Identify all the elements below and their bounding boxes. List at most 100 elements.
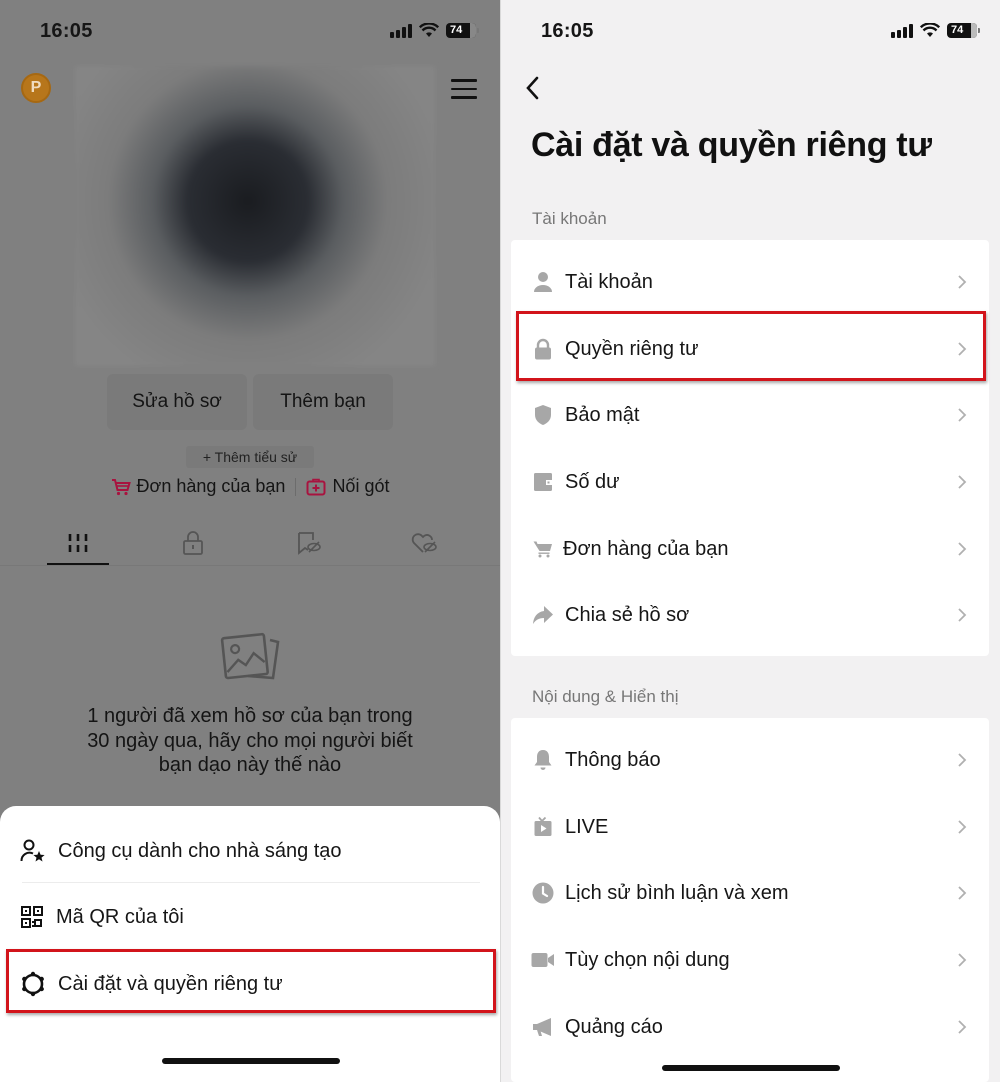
shield-icon bbox=[535, 405, 551, 425]
chevron-right-icon bbox=[958, 408, 967, 422]
row-label: Chia sẻ hồ sơ bbox=[565, 603, 690, 626]
profile-views-message: 1 người đã xem hồ sơ của bạn trong 30 ng… bbox=[87, 705, 413, 776]
orders-label: Đơn hàng của bạn bbox=[136, 476, 286, 496]
settings-row-history[interactable]: Lịch sử bình luận và xem bbox=[511, 860, 989, 926]
status-icons: 74 bbox=[390, 23, 479, 38]
status-icons: 74 bbox=[891, 23, 980, 38]
favorites-label: Nối gót bbox=[332, 476, 390, 496]
row-label: LIVE bbox=[565, 815, 609, 838]
photos-placeholder-icon bbox=[220, 632, 280, 680]
profile-tabs bbox=[0, 520, 500, 570]
battery-level: 74 bbox=[951, 24, 964, 36]
cart-icon bbox=[533, 541, 552, 558]
row-label: Số dư bbox=[565, 470, 620, 493]
settings-row-notifications[interactable]: Thông báo bbox=[511, 727, 989, 793]
chevron-right-icon bbox=[958, 542, 967, 556]
chevron-right-icon bbox=[958, 342, 967, 356]
battery-icon: 74 bbox=[947, 23, 980, 38]
battery-icon: 74 bbox=[446, 23, 479, 38]
settings-row-ads[interactable]: Quảng cáo bbox=[511, 994, 989, 1060]
battery-level: 74 bbox=[450, 24, 463, 36]
status-time: 16:05 bbox=[541, 20, 594, 42]
avatar-blurred bbox=[75, 66, 435, 366]
wifi-icon bbox=[920, 23, 940, 37]
content-display-card: Thông báo LIVE Lịch sử bình luận và xem … bbox=[511, 718, 989, 1082]
settings-row-orders[interactable]: Đơn hàng của bạn bbox=[511, 516, 989, 582]
chevron-right-icon bbox=[958, 753, 967, 767]
cart-icon bbox=[111, 478, 131, 495]
sheet-item-label: Công cụ dành cho nhà sáng tạo bbox=[58, 839, 342, 862]
settings-row-balance[interactable]: Số dư bbox=[511, 449, 989, 515]
chevron-right-icon bbox=[958, 1020, 967, 1034]
row-label: Lịch sử bình luận và xem bbox=[565, 881, 789, 904]
grid-icon bbox=[68, 534, 88, 552]
favorites-link[interactable]: Nối gót bbox=[306, 476, 389, 497]
hamburger-menu-icon[interactable] bbox=[451, 79, 477, 99]
account-settings-card: Tài khoản Quyền riêng tư Bảo mật Số dư Đ… bbox=[511, 240, 989, 656]
wifi-icon bbox=[419, 23, 439, 37]
sheet-divider bbox=[22, 882, 480, 883]
row-label: Quảng cáo bbox=[565, 1015, 663, 1038]
back-arrow-icon[interactable] bbox=[521, 74, 545, 102]
bookmark-hidden-icon bbox=[298, 532, 321, 555]
chevron-right-icon bbox=[958, 608, 967, 622]
share-icon bbox=[533, 606, 553, 624]
tab-private[interactable] bbox=[162, 520, 224, 566]
separator bbox=[295, 477, 297, 496]
row-label: Thông báo bbox=[565, 748, 661, 771]
settings-screen: 16:05 74 Cài đặt và quyền riêng tư Tài k… bbox=[501, 0, 1000, 1082]
sheet-item-creator-tools[interactable]: Công cụ dành cho nhà sáng tạo bbox=[0, 818, 500, 884]
signal-icon bbox=[390, 23, 412, 38]
tab-saved[interactable] bbox=[278, 520, 340, 566]
row-label: Tùy chọn nội dung bbox=[565, 948, 730, 971]
signal-icon bbox=[891, 23, 913, 38]
sheet-item-label: Cài đặt và quyền riêng tư bbox=[58, 972, 283, 995]
heart-hidden-icon bbox=[411, 533, 437, 553]
wallet-icon bbox=[534, 473, 552, 491]
tab-videos[interactable] bbox=[47, 520, 109, 566]
settings-row-privacy[interactable]: Quyền riêng tư bbox=[511, 316, 989, 382]
settings-row-share-profile[interactable]: Chia sẻ hồ sơ bbox=[511, 582, 989, 648]
status-time: 16:05 bbox=[40, 20, 93, 42]
row-label: Quyền riêng tư bbox=[565, 337, 699, 360]
settings-gear-icon bbox=[22, 971, 44, 997]
lock-icon bbox=[183, 531, 203, 555]
settings-row-content-preferences[interactable]: Tùy chọn nội dung bbox=[511, 927, 989, 993]
home-indicator[interactable] bbox=[162, 1058, 340, 1064]
sheet-item-settings-privacy[interactable]: Cài đặt và quyền riêng tư bbox=[0, 951, 500, 1017]
bottom-sheet: Công cụ dành cho nhà sáng tạo Mã QR của … bbox=[0, 806, 500, 1082]
live-tv-icon bbox=[534, 816, 552, 836]
sheet-item-qr-code[interactable]: Mã QR của tôi bbox=[0, 884, 500, 950]
add-friend-button[interactable]: Thêm bạn bbox=[253, 374, 393, 430]
chevron-right-icon bbox=[958, 886, 967, 900]
settings-row-live[interactable]: LIVE bbox=[511, 794, 989, 860]
qr-code-icon bbox=[21, 906, 43, 928]
add-bio-button[interactable]: + Thêm tiểu sử bbox=[186, 446, 314, 468]
chevron-right-icon bbox=[958, 475, 967, 489]
creator-tools-icon bbox=[20, 839, 45, 862]
medkit-icon bbox=[306, 478, 326, 495]
coin-icon[interactable]: P bbox=[21, 73, 51, 103]
settings-row-security[interactable]: Bảo mật bbox=[511, 382, 989, 448]
row-label: Tài khoản bbox=[565, 270, 653, 293]
video-camera-icon bbox=[531, 953, 554, 967]
settings-row-account[interactable]: Tài khoản bbox=[511, 249, 989, 315]
edit-profile-button[interactable]: Sửa hồ sơ bbox=[107, 374, 247, 430]
tabs-divider bbox=[0, 565, 500, 566]
tab-liked[interactable] bbox=[393, 520, 455, 566]
megaphone-icon bbox=[533, 1018, 551, 1036]
clock-icon bbox=[532, 882, 554, 904]
orders-link[interactable]: Đơn hàng của bạn bbox=[111, 476, 286, 497]
home-indicator[interactable] bbox=[662, 1065, 840, 1071]
bell-icon bbox=[534, 750, 552, 770]
sheet-item-label: Mã QR của tôi bbox=[56, 905, 184, 928]
person-icon bbox=[534, 272, 552, 292]
chevron-right-icon bbox=[958, 275, 967, 289]
row-label: Bảo mật bbox=[565, 403, 640, 426]
profile-screen: 16:05 74 P Sửa hồ sơ Thêm bạn + Thêm tiể… bbox=[0, 0, 500, 1082]
section-label-content-display: Nội dung & Hiển thị bbox=[532, 687, 679, 706]
page-title: Cài đặt và quyền riêng tư bbox=[531, 126, 932, 164]
row-label: Đơn hàng của bạn bbox=[563, 537, 729, 560]
section-label-account: Tài khoản bbox=[532, 209, 607, 228]
lock-icon bbox=[535, 338, 551, 360]
